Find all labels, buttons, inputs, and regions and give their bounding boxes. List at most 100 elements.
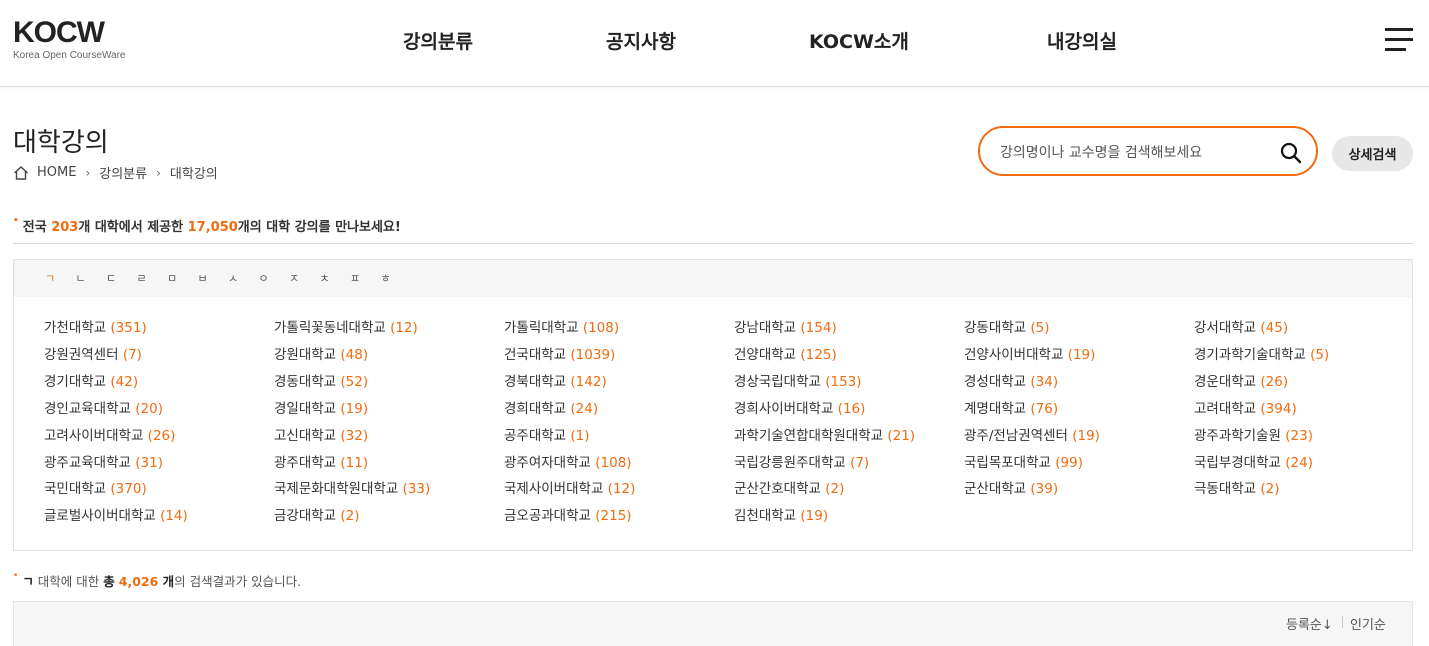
university-link[interactable]: 경기과학기술대학교 (5) [1194,343,1329,363]
kocw-logo[interactable]: KOCW Korea Open CourseWare [13,18,163,68]
university-index-panel: ㄱㄴㄷㄹㅁㅂㅅㅇㅈㅊㅍㅎ 가천대학교 (351) 가톨릭꽃동네대학교 (12) 가톨… [13,259,1413,551]
lecture-count-badge: (7) [850,454,870,471]
lecture-count-badge: (52) [340,373,369,390]
consonant-tab[interactable]: ㅇ [259,270,269,286]
lecture-count-badge: (215) [595,508,632,525]
lecture-count-badge: (2) [825,481,845,498]
consonant-tab[interactable]: ㅈ [289,270,299,286]
university-link[interactable]: 강원권역센터 (7) [44,343,142,363]
consonant-tab[interactable]: ㅅ [228,270,238,286]
university-link[interactable]: 광주과학기술원 (23) [1194,424,1313,444]
consonant-tab[interactable]: ㄱ [45,270,55,286]
university-name: 경희사이버대학교 [734,400,834,417]
hamburger-menu-icon[interactable] [1385,28,1413,54]
university-link[interactable]: 광주교육대학교 (31) [44,451,163,471]
university-name: 가톨릭대학교 [504,320,579,336]
university-link[interactable]: 강동대학교 (5) [964,316,1050,336]
lecture-count-badge: (19) [1067,346,1096,363]
university-link[interactable]: 경희대학교 (24) [504,397,598,417]
university-link[interactable]: 경인교육대학교 (20) [44,397,163,417]
nav-kocw-about[interactable]: KOCW소개 [809,27,909,54]
consonant-tab[interactable]: ㅂ [198,270,208,286]
university-name: 광주교육대학교 [44,454,131,471]
university-link[interactable]: 경동대학교 (52) [274,370,368,390]
university-link[interactable]: 금오공과대학교 (215) [504,504,632,524]
university-link[interactable]: 경운대학교 (26) [1194,370,1288,390]
university-link[interactable]: 고려대학교 (394) [1194,397,1297,417]
advanced-search-button[interactable]: 상세검색 [1332,136,1413,171]
university-name: 고신대학교 [274,427,337,444]
university-name: 경일대학교 [274,400,337,417]
university-link[interactable]: 경일대학교 (19) [274,397,368,417]
search-icon[interactable] [1280,142,1302,164]
university-link[interactable]: 과학기술연합대학원대학교 (21) [734,424,915,444]
university-link[interactable]: 광주/전남권역센터 (19) [964,424,1100,444]
university-link[interactable]: 경북대학교 (142) [504,370,607,390]
university-link[interactable]: 가톨릭꽃동네대학교 (12) [274,316,418,336]
lecture-count-badge: (2) [340,508,360,525]
university-link[interactable]: 경성대학교 (34) [964,370,1058,390]
consonant-tab[interactable]: ㅍ [350,270,360,286]
university-link[interactable]: 광주여자대학교 (108) [504,451,632,471]
university-name: 김천대학교 [734,508,797,525]
consonant-tab[interactable]: ㄷ [106,270,116,286]
university-link[interactable]: 경희사이버대학교 (16) [734,397,865,417]
university-link[interactable]: 건양대학교 (125) [734,343,837,363]
university-link[interactable]: 경상국립대학교 (153) [734,370,862,390]
result-text-3: 의 검색결과가 있습니다. [174,574,302,589]
breadcrumb-home[interactable]: HOME [37,165,76,180]
university-link[interactable]: 국립부경대학교 (24) [1194,451,1313,471]
lecture-count-badge: (108) [595,454,632,471]
nav-lecture-category[interactable]: 강의분류 [403,27,473,54]
university-link[interactable]: 가천대학교 (351) [44,316,147,336]
university-link[interactable]: 강남대학교 (154) [734,316,837,336]
university-name: 가톨릭꽃동네대학교 [274,320,386,336]
university-link[interactable]: 가톨릭대학교 (108) [504,316,619,336]
university-link[interactable]: 강서대학교 (45) [1194,316,1288,336]
university-link[interactable]: 경기대학교 (42) [44,370,138,390]
university-link[interactable]: 강원대학교 (48) [274,343,368,363]
lecture-count-badge: (16) [837,400,866,417]
university-link[interactable]: 군산간호대학교 (2) [734,477,844,497]
home-icon[interactable] [13,165,29,181]
university-link[interactable]: 김천대학교 (19) [734,504,828,524]
university-link[interactable]: 국제문화대학원대학교 (33) [274,477,430,497]
lecture-count-badge: (20) [135,400,163,417]
result-consonant: ㄱ [22,574,34,589]
university-link[interactable]: 국립목포대학교 (99) [964,451,1083,471]
university-link[interactable]: 국민대학교 (370) [44,477,147,497]
university-link[interactable]: 건양사이버대학교 (19) [964,343,1095,363]
university-link[interactable]: 고려사이버대학교 (26) [44,424,175,444]
sort-latest[interactable]: 등록순↓ [1286,614,1333,633]
sort-popular[interactable]: 인기순 [1350,614,1386,633]
consonant-tab[interactable]: ㅊ [320,270,330,286]
consonant-tab[interactable]: ㅎ [381,270,391,286]
university-name: 강원권역센터 [44,346,119,363]
university-name: 공주대학교 [504,427,567,444]
university-link[interactable]: 극동대학교 (2) [1194,477,1280,497]
university-link[interactable]: 건국대학교 (1039) [504,343,615,363]
university-name: 강남대학교 [734,320,797,336]
breadcrumb-lecture-category[interactable]: 강의분류 [99,163,147,182]
university-link[interactable]: 군산대학교 (39) [964,477,1058,497]
consonant-tab[interactable]: ㄴ [76,270,86,286]
consonant-tab[interactable]: ㅁ [167,270,177,286]
search-input[interactable] [998,141,1272,165]
university-link[interactable]: 글로벌사이버대학교 (14) [44,504,188,524]
university-link[interactable]: 고신대학교 (32) [274,424,368,444]
logo-subtitle: Korea Open CourseWare [13,50,126,61]
summary-mid: 개 대학에서 제공한 [78,220,188,235]
university-name: 건양대학교 [734,346,797,363]
bullet-dot: • [13,571,19,581]
nav-my-classroom[interactable]: 내강의실 [1047,27,1117,54]
university-name: 경희대학교 [504,400,567,417]
university-link[interactable]: 국제사이버대학교 (12) [504,477,635,497]
university-link[interactable]: 계명대학교 (76) [964,397,1058,417]
university-link[interactable]: 공주대학교 (1) [504,424,590,444]
consonant-tab[interactable]: ㄹ [137,270,147,286]
lecture-count-badge: (42) [110,373,139,390]
nav-notice[interactable]: 공지사항 [606,27,676,54]
university-link[interactable]: 금강대학교 (2) [274,504,360,524]
university-link[interactable]: 광주대학교 (11) [274,451,368,471]
university-link[interactable]: 국립강릉원주대학교 (7) [734,451,869,471]
